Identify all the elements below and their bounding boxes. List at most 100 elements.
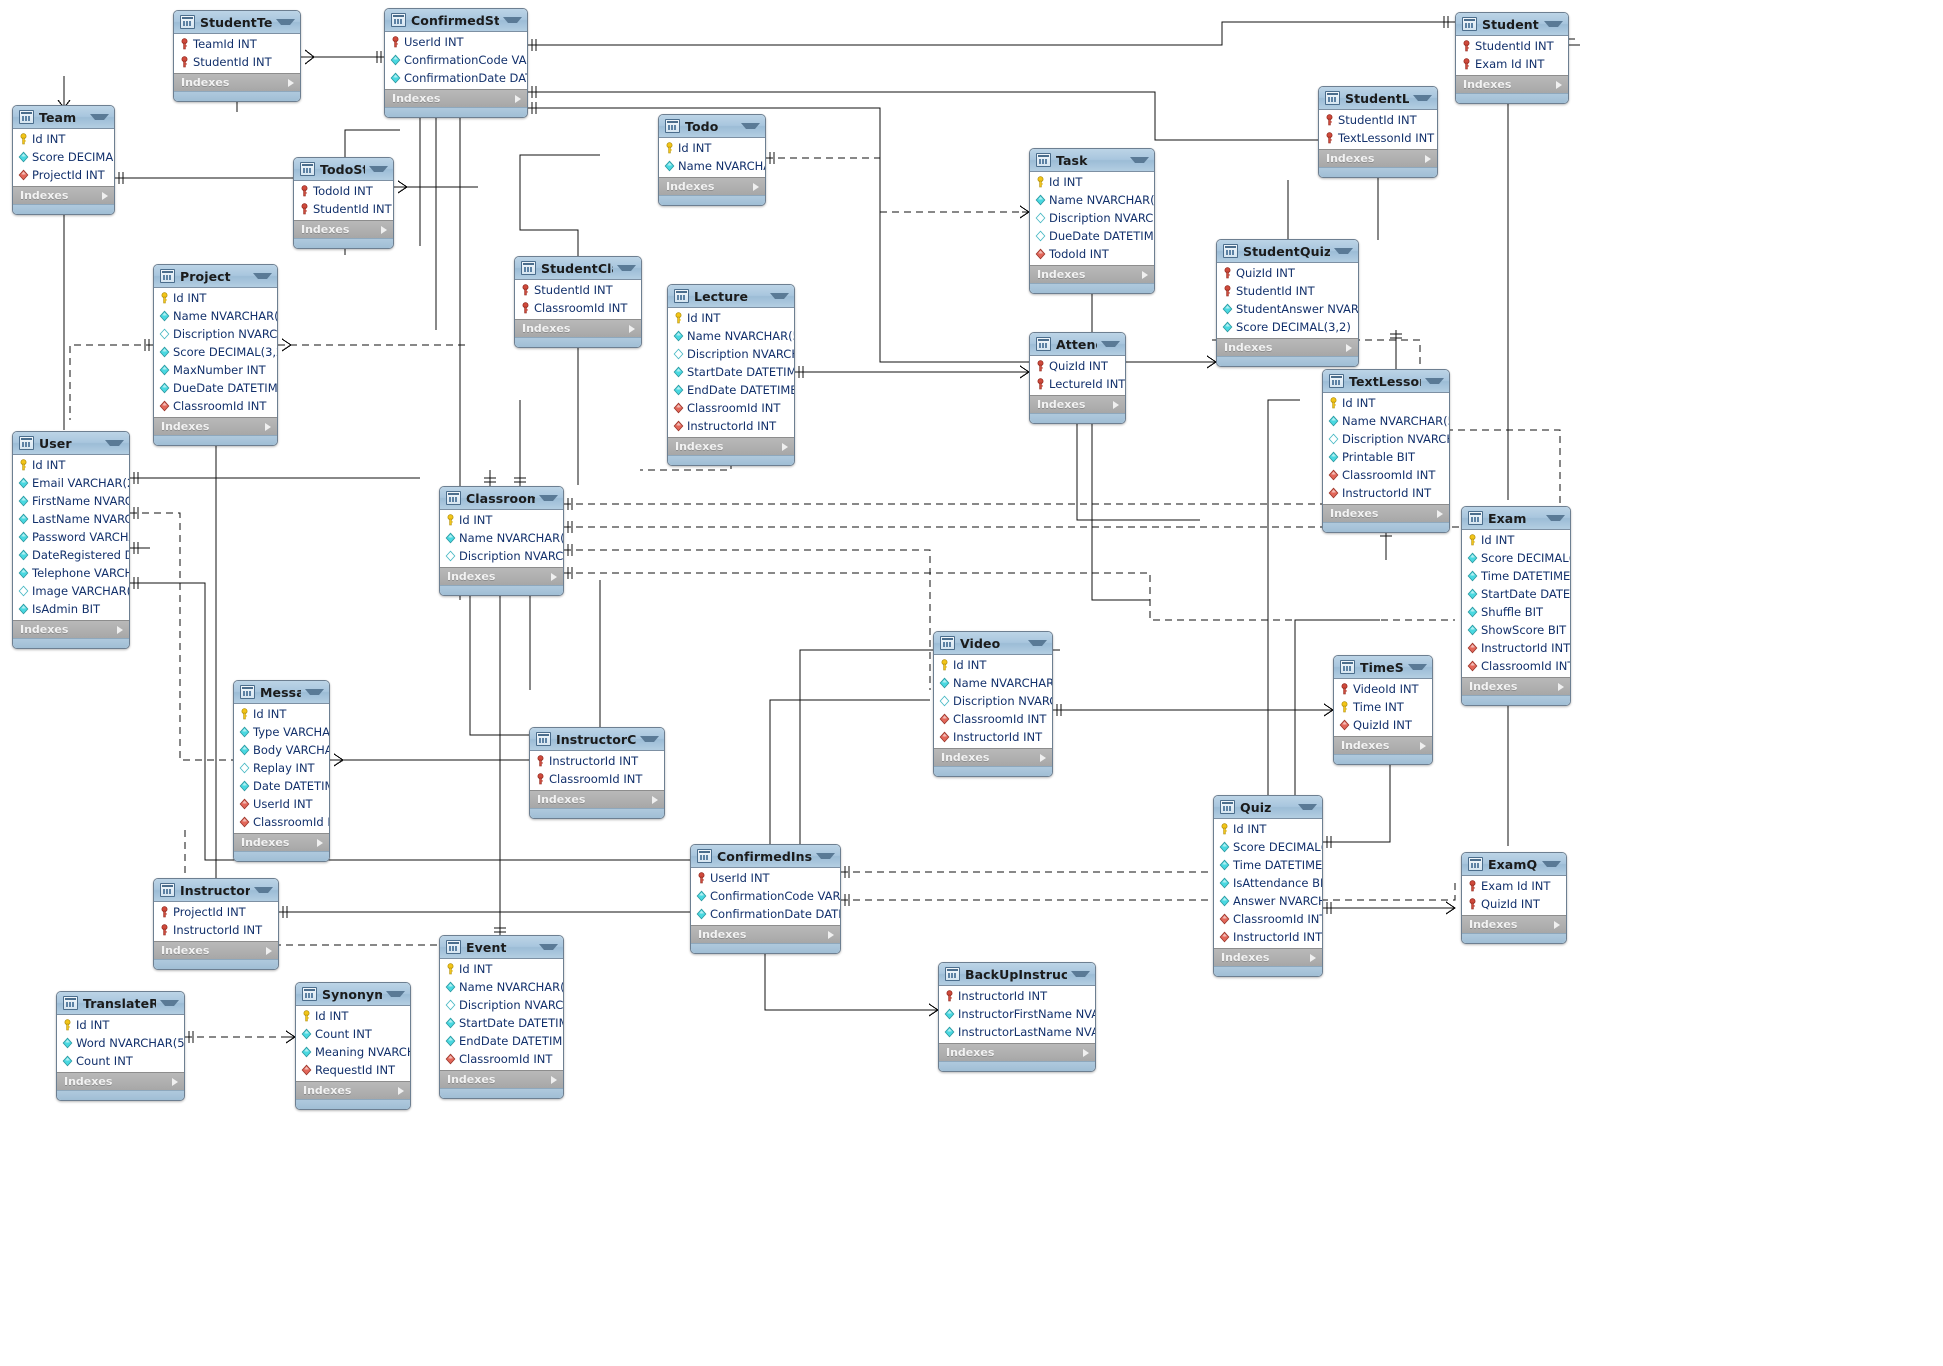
column-row[interactable]: InstructorId INT	[154, 921, 278, 939]
column-row[interactable]: Count INT	[57, 1052, 184, 1070]
chevron-down-icon[interactable]	[276, 19, 295, 25]
table-header[interactable]: Video	[934, 632, 1052, 655]
column-row[interactable]: QuizId INT	[1030, 357, 1125, 375]
column-row[interactable]: Id INT	[1030, 173, 1154, 191]
expand-indexes-icon[interactable]	[1310, 953, 1316, 962]
column-row[interactable]: Discription NVARCHAR(250)	[440, 547, 563, 565]
expand-indexes-icon[interactable]	[753, 182, 759, 191]
expand-indexes-icon[interactable]	[652, 795, 658, 804]
chevron-down-icon[interactable]	[253, 273, 272, 279]
table-quiz[interactable]: Quiz Id INT Score DECIMAL(3,2) Time DATETIM…	[1213, 795, 1323, 977]
table-lecture[interactable]: Lecture Id INT Name NVARCHAR(50) Discriptio…	[667, 284, 795, 466]
expand-indexes-icon[interactable]	[551, 572, 557, 581]
column-row[interactable]: Discription NVARCHAR(2...	[934, 692, 1052, 710]
column-row[interactable]: Id INT	[57, 1016, 184, 1034]
column-row[interactable]: QuizId INT	[1462, 895, 1566, 913]
column-row[interactable]: Id INT	[659, 139, 765, 157]
column-row[interactable]: TextLessonId INT	[1319, 129, 1437, 147]
table-studentclassroom[interactable]: StudentClassroom StudentId INT ClassroomId…	[514, 256, 642, 348]
column-row[interactable]: Name NVARCHAR(50)	[154, 307, 277, 325]
table-examquizes[interactable]: ExamQuizes Exam Id INT QuizId INT Indexes	[1461, 852, 1567, 944]
column-row[interactable]: Answer NVARCHAR(10)	[1214, 892, 1322, 910]
table-event[interactable]: Event Id INT Name NVARCHAR(50) Discription …	[439, 935, 564, 1099]
expand-indexes-icon[interactable]	[381, 225, 387, 234]
expand-indexes-icon[interactable]	[551, 1075, 557, 1084]
indexes-section[interactable]: Indexes	[1214, 948, 1322, 966]
chevron-down-icon[interactable]	[1101, 341, 1120, 347]
column-row[interactable]: Discription NVARCHAR(250)	[154, 325, 277, 343]
column-row[interactable]: Score DECIMAL(3,2)	[1462, 549, 1570, 567]
table-translaterequest[interactable]: TranslateRequest Id INT Word NVARCHAR(50) C…	[56, 991, 185, 1101]
indexes-section[interactable]: Indexes	[57, 1072, 184, 1090]
column-row[interactable]: LectureId INT	[1030, 375, 1125, 393]
column-row[interactable]: Discription NVARCHAR(250)	[1323, 430, 1449, 448]
column-row[interactable]: StartDate DATETIME	[668, 363, 794, 381]
column-row[interactable]: DueDate DATETIME	[154, 379, 277, 397]
column-row[interactable]: Id INT	[1323, 394, 1449, 412]
column-row[interactable]: Date DATETIME	[234, 777, 329, 795]
table-header[interactable]: Lecture	[668, 285, 794, 308]
table-task[interactable]: Task Id INT Name NVARCHAR(50) Discription N…	[1029, 148, 1155, 294]
indexes-section[interactable]: Indexes	[1217, 338, 1358, 356]
column-row[interactable]: MaxNumber INT	[154, 361, 277, 379]
chevron-down-icon[interactable]	[1425, 378, 1444, 384]
chevron-down-icon[interactable]	[254, 887, 273, 893]
table-header[interactable]: Synonym	[296, 983, 410, 1006]
indexes-section[interactable]: Indexes	[385, 89, 527, 107]
indexes-section[interactable]: Indexes	[1030, 395, 1125, 413]
column-row[interactable]: StudentId INT	[1217, 282, 1358, 300]
expand-indexes-icon[interactable]	[1558, 682, 1564, 691]
column-row[interactable]: QuizId INT	[1334, 716, 1432, 734]
expand-indexes-icon[interactable]	[1556, 80, 1562, 89]
column-row[interactable]: ProjectId INT	[13, 166, 114, 184]
table-header[interactable]: ConfirmedStudent	[385, 9, 527, 32]
column-row[interactable]: UserId INT	[385, 33, 527, 51]
column-row[interactable]: InstructorId INT	[939, 987, 1095, 1005]
chevron-down-icon[interactable]	[1544, 21, 1563, 27]
chevron-down-icon[interactable]	[539, 944, 558, 950]
chevron-down-icon[interactable]	[90, 114, 109, 120]
indexes-section[interactable]: Indexes	[1456, 75, 1568, 93]
column-row[interactable]: Name NVARCHAR(50)	[659, 157, 765, 175]
expand-indexes-icon[interactable]	[1142, 270, 1148, 279]
table-header[interactable]: StudentClassroom	[515, 257, 641, 280]
chevron-down-icon[interactable]	[503, 17, 522, 23]
table-header[interactable]: Event	[440, 936, 563, 959]
expand-indexes-icon[interactable]	[117, 625, 123, 634]
column-row[interactable]: ClassroomId INT	[440, 1050, 563, 1068]
table-confirmedinstructor[interactable]: ConfirmedInstructor UserId INT Confirmatio…	[690, 844, 841, 954]
table-studentteam[interactable]: StudentTeam TeamId INT StudentId INT Indexe…	[173, 10, 301, 102]
expand-indexes-icon[interactable]	[398, 1086, 404, 1095]
column-row[interactable]: InstructorFirstName NVARCHAR(50)	[939, 1005, 1095, 1023]
column-row[interactable]: InstructorId INT	[530, 752, 664, 770]
expand-indexes-icon[interactable]	[102, 191, 108, 200]
indexes-section[interactable]: Indexes	[296, 1081, 410, 1099]
indexes-section[interactable]: Indexes	[1462, 677, 1570, 695]
column-row[interactable]: ShowScore BIT	[1462, 621, 1570, 639]
column-row[interactable]: TeamId INT	[174, 35, 300, 53]
column-row[interactable]: ClassroomId INT	[515, 299, 641, 317]
indexes-section[interactable]: Indexes	[1334, 736, 1432, 754]
column-row[interactable]: IsAdmin BIT	[13, 600, 129, 618]
column-row[interactable]: Score DECIMAL(3,2)	[154, 343, 277, 361]
chevron-down-icon[interactable]	[305, 689, 324, 695]
column-row[interactable]: Id INT	[13, 130, 114, 148]
column-row[interactable]: RequestId INT	[296, 1061, 410, 1079]
indexes-section[interactable]: Indexes	[174, 73, 300, 91]
indexes-section[interactable]: Indexes	[440, 1070, 563, 1088]
column-row[interactable]: ConfirmationCode VARCHAR(10)	[385, 51, 527, 69]
chevron-down-icon[interactable]	[640, 736, 659, 742]
column-row[interactable]: StudentId INT	[174, 53, 300, 71]
expand-indexes-icon[interactable]	[288, 78, 294, 87]
column-row[interactable]: InstructorId INT	[1214, 928, 1322, 946]
expand-indexes-icon[interactable]	[515, 94, 521, 103]
chevron-down-icon[interactable]	[105, 440, 124, 446]
column-row[interactable]: ClassroomId INT	[1214, 910, 1322, 928]
column-row[interactable]: Id INT	[234, 705, 329, 723]
table-message[interactable]: Message Id INT Type VARCHAR(10) Body VARCHA…	[233, 680, 330, 862]
column-row[interactable]: ProjectId INT	[154, 903, 278, 921]
table-header[interactable]: TodoStudent	[294, 158, 393, 181]
column-row[interactable]: Id INT	[13, 456, 129, 474]
column-row[interactable]: Meaning NVARCHAR(250)	[296, 1043, 410, 1061]
indexes-section[interactable]: Indexes	[234, 833, 329, 851]
